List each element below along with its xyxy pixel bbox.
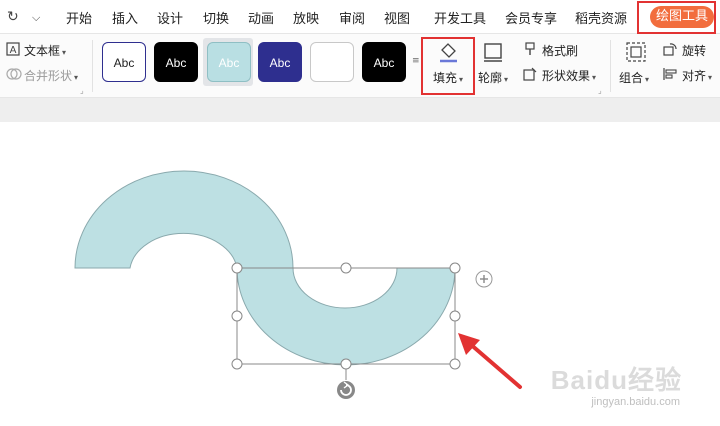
rotate-handle-icon[interactable] <box>337 381 355 399</box>
red-arrow-annotation <box>458 333 522 389</box>
watermark-url: jingyan.baidu.com <box>591 396 680 408</box>
resize-handle[interactable] <box>340 358 352 370</box>
resize-handle[interactable] <box>449 310 461 322</box>
resize-handle[interactable] <box>231 262 243 274</box>
resize-handle[interactable] <box>449 358 461 370</box>
watermark-logo: Baidu经验 <box>550 365 682 395</box>
resize-handle[interactable] <box>231 310 243 322</box>
add-element-icon[interactable] <box>475 270 493 288</box>
resize-handle[interactable] <box>449 262 461 274</box>
resize-handle[interactable] <box>340 262 352 274</box>
resize-handle[interactable] <box>231 358 243 370</box>
